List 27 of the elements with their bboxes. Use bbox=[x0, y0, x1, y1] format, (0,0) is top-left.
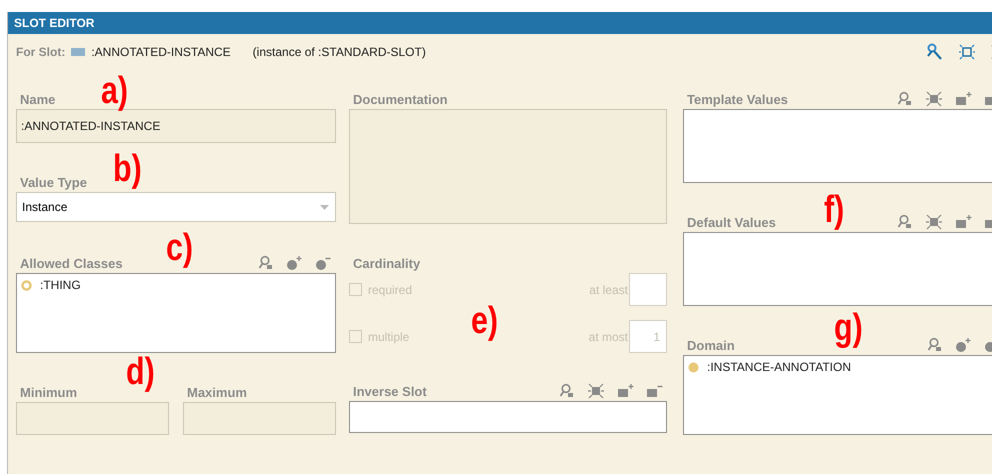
list-item[interactable]: :THING bbox=[40, 278, 81, 292]
annotation-label: b) bbox=[113, 150, 142, 188]
field-label: Maximum bbox=[186, 385, 247, 400]
list-box[interactable]: :INSTANCE-ANNOTATION bbox=[683, 355, 992, 435]
list-item[interactable]: :INSTANCE-ANNOTATION bbox=[707, 360, 851, 374]
field-label: Name bbox=[19, 92, 56, 107]
field-label: Domain bbox=[686, 338, 735, 353]
field-label: Minimum bbox=[19, 385, 78, 400]
annotation-label: g) bbox=[834, 309, 863, 347]
annotation-label: e) bbox=[471, 302, 498, 340]
field-label: Value Type bbox=[19, 175, 87, 190]
annotation-label: a) bbox=[101, 72, 128, 110]
field-label: Template Values bbox=[686, 92, 788, 107]
annotation-label: c) bbox=[166, 229, 194, 267]
list-box[interactable]: :THING bbox=[16, 273, 336, 353]
annotation-label: f) bbox=[824, 191, 844, 229]
field-label: Cardinality bbox=[352, 256, 420, 271]
annotation-label: d) bbox=[126, 353, 155, 391]
field-label: Allowed Classes bbox=[19, 256, 123, 271]
window-title: SLOT EDITOR bbox=[14, 16, 94, 30]
instance-of-text: (instance of :STANDARD-SLOT) bbox=[252, 45, 426, 59]
value-type-select[interactable]: Instance bbox=[16, 192, 336, 222]
slot-name: :ANNOTATED-INSTANCE bbox=[91, 45, 231, 59]
for-slot-label: For Slot: bbox=[16, 45, 66, 59]
field-label: Inverse Slot bbox=[352, 384, 427, 399]
field-label: Default Values bbox=[686, 215, 776, 230]
field-label: Documentation bbox=[352, 92, 448, 107]
